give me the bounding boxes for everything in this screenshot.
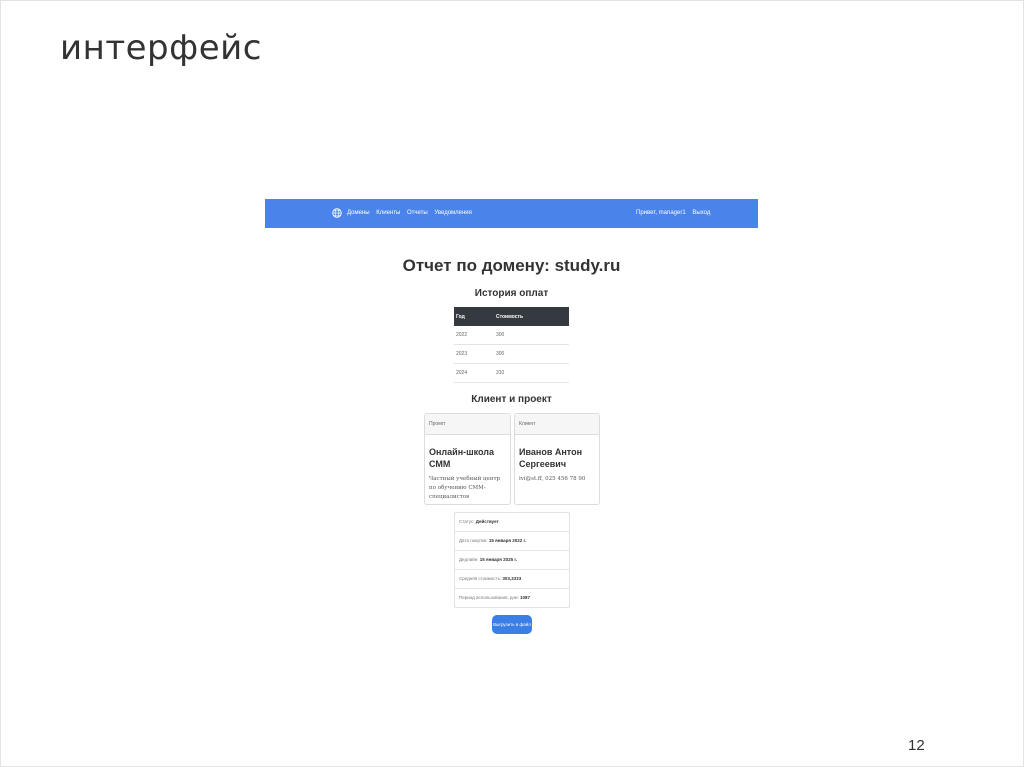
download-file-button[interactable]: Выгрузить в файл	[492, 615, 532, 634]
domain-details-list: Статус: Действует Дата покупки: 15 январ…	[454, 512, 570, 608]
detail-value: Действует	[475, 519, 499, 524]
cell-year: 2022	[454, 326, 494, 345]
slide-page-number: 12	[908, 737, 925, 754]
client-contact: ivi@st.ff, 025 456 78 90	[519, 476, 586, 482]
detail-value: 15 января 2022 г.	[488, 538, 527, 543]
client-project-section-title: Клиент и проект	[471, 394, 552, 405]
user-greeting: Привет, manager1	[636, 210, 686, 216]
table-row: 2022 300	[454, 326, 569, 345]
cell-year: 2023	[454, 344, 494, 364]
detail-label: Период использования, дни:	[459, 595, 521, 600]
detail-purchase-date: Дата покупки: 15 января 2022 г.	[455, 532, 569, 551]
detail-deadline: Дедлайн: 15 января 2025 г.	[455, 551, 569, 570]
project-card-header: Проект	[425, 414, 510, 435]
nav-user-area: Привет, manager1 Выход	[636, 210, 715, 216]
column-header-cost: Стоимость	[494, 307, 569, 326]
table-header-row: Год Стоимость	[454, 307, 569, 326]
detail-usage-period: Период использования, дни: 1087	[455, 589, 569, 607]
app-screenshot: Домены Клиенты Отчеты Уведомления Привет…	[265, 199, 758, 649]
payments-section-title: История оплат	[474, 288, 549, 299]
payments-table: Год Стоимость 2022 300 2023 300 2024 310	[454, 307, 569, 383]
column-header-year: Год	[454, 307, 494, 326]
table-row: 2024 310	[454, 363, 569, 383]
detail-average-cost: Средняя стоимость: 303,3333	[455, 570, 569, 589]
nav-link-clients[interactable]: Клиенты	[376, 210, 400, 216]
slide-title: интерфейс	[60, 28, 262, 68]
cell-cost: 300	[494, 326, 569, 345]
nav-link-domains[interactable]: Домены	[347, 210, 370, 216]
client-card-header: Клиент	[515, 414, 599, 435]
nav-links: Домены Клиенты Отчеты Уведомления	[347, 210, 477, 216]
table-row: 2023 300	[454, 344, 569, 364]
globe-icon[interactable]	[332, 208, 342, 218]
client-card: Клиент Иванов Антон Сергеевич ivi@st.ff,…	[514, 413, 600, 505]
cell-year: 2024	[454, 363, 494, 383]
detail-value: 15 января 2025 г.	[479, 557, 518, 562]
nav-link-notifications[interactable]: Уведомления	[434, 210, 472, 216]
project-card: Проект Онлайн-школа СММ Частный учебный …	[424, 413, 511, 505]
top-navbar: Домены Клиенты Отчеты Уведомления Привет…	[265, 199, 758, 228]
report-title: Отчет по домену: study.ru	[402, 256, 621, 275]
detail-label: Средняя стоимость:	[459, 576, 503, 581]
cell-cost: 300	[494, 344, 569, 364]
detail-label: Дедлайн:	[459, 557, 480, 562]
detail-status: Статус: Действует	[455, 513, 569, 532]
cell-cost: 310	[494, 363, 569, 383]
project-name: Онлайн-школа СММ	[429, 447, 495, 469]
logout-link[interactable]: Выход	[692, 210, 710, 216]
detail-label: Статус:	[459, 519, 476, 524]
client-name: Иванов Антон Сергеевич	[519, 447, 583, 469]
detail-value: 303,3333	[502, 576, 522, 581]
detail-label: Дата покупки:	[459, 538, 489, 543]
nav-link-reports[interactable]: Отчеты	[407, 210, 428, 216]
project-description: Частный учебный центр по обучению СММ-сп…	[429, 476, 501, 500]
detail-value: 1087	[520, 595, 531, 600]
